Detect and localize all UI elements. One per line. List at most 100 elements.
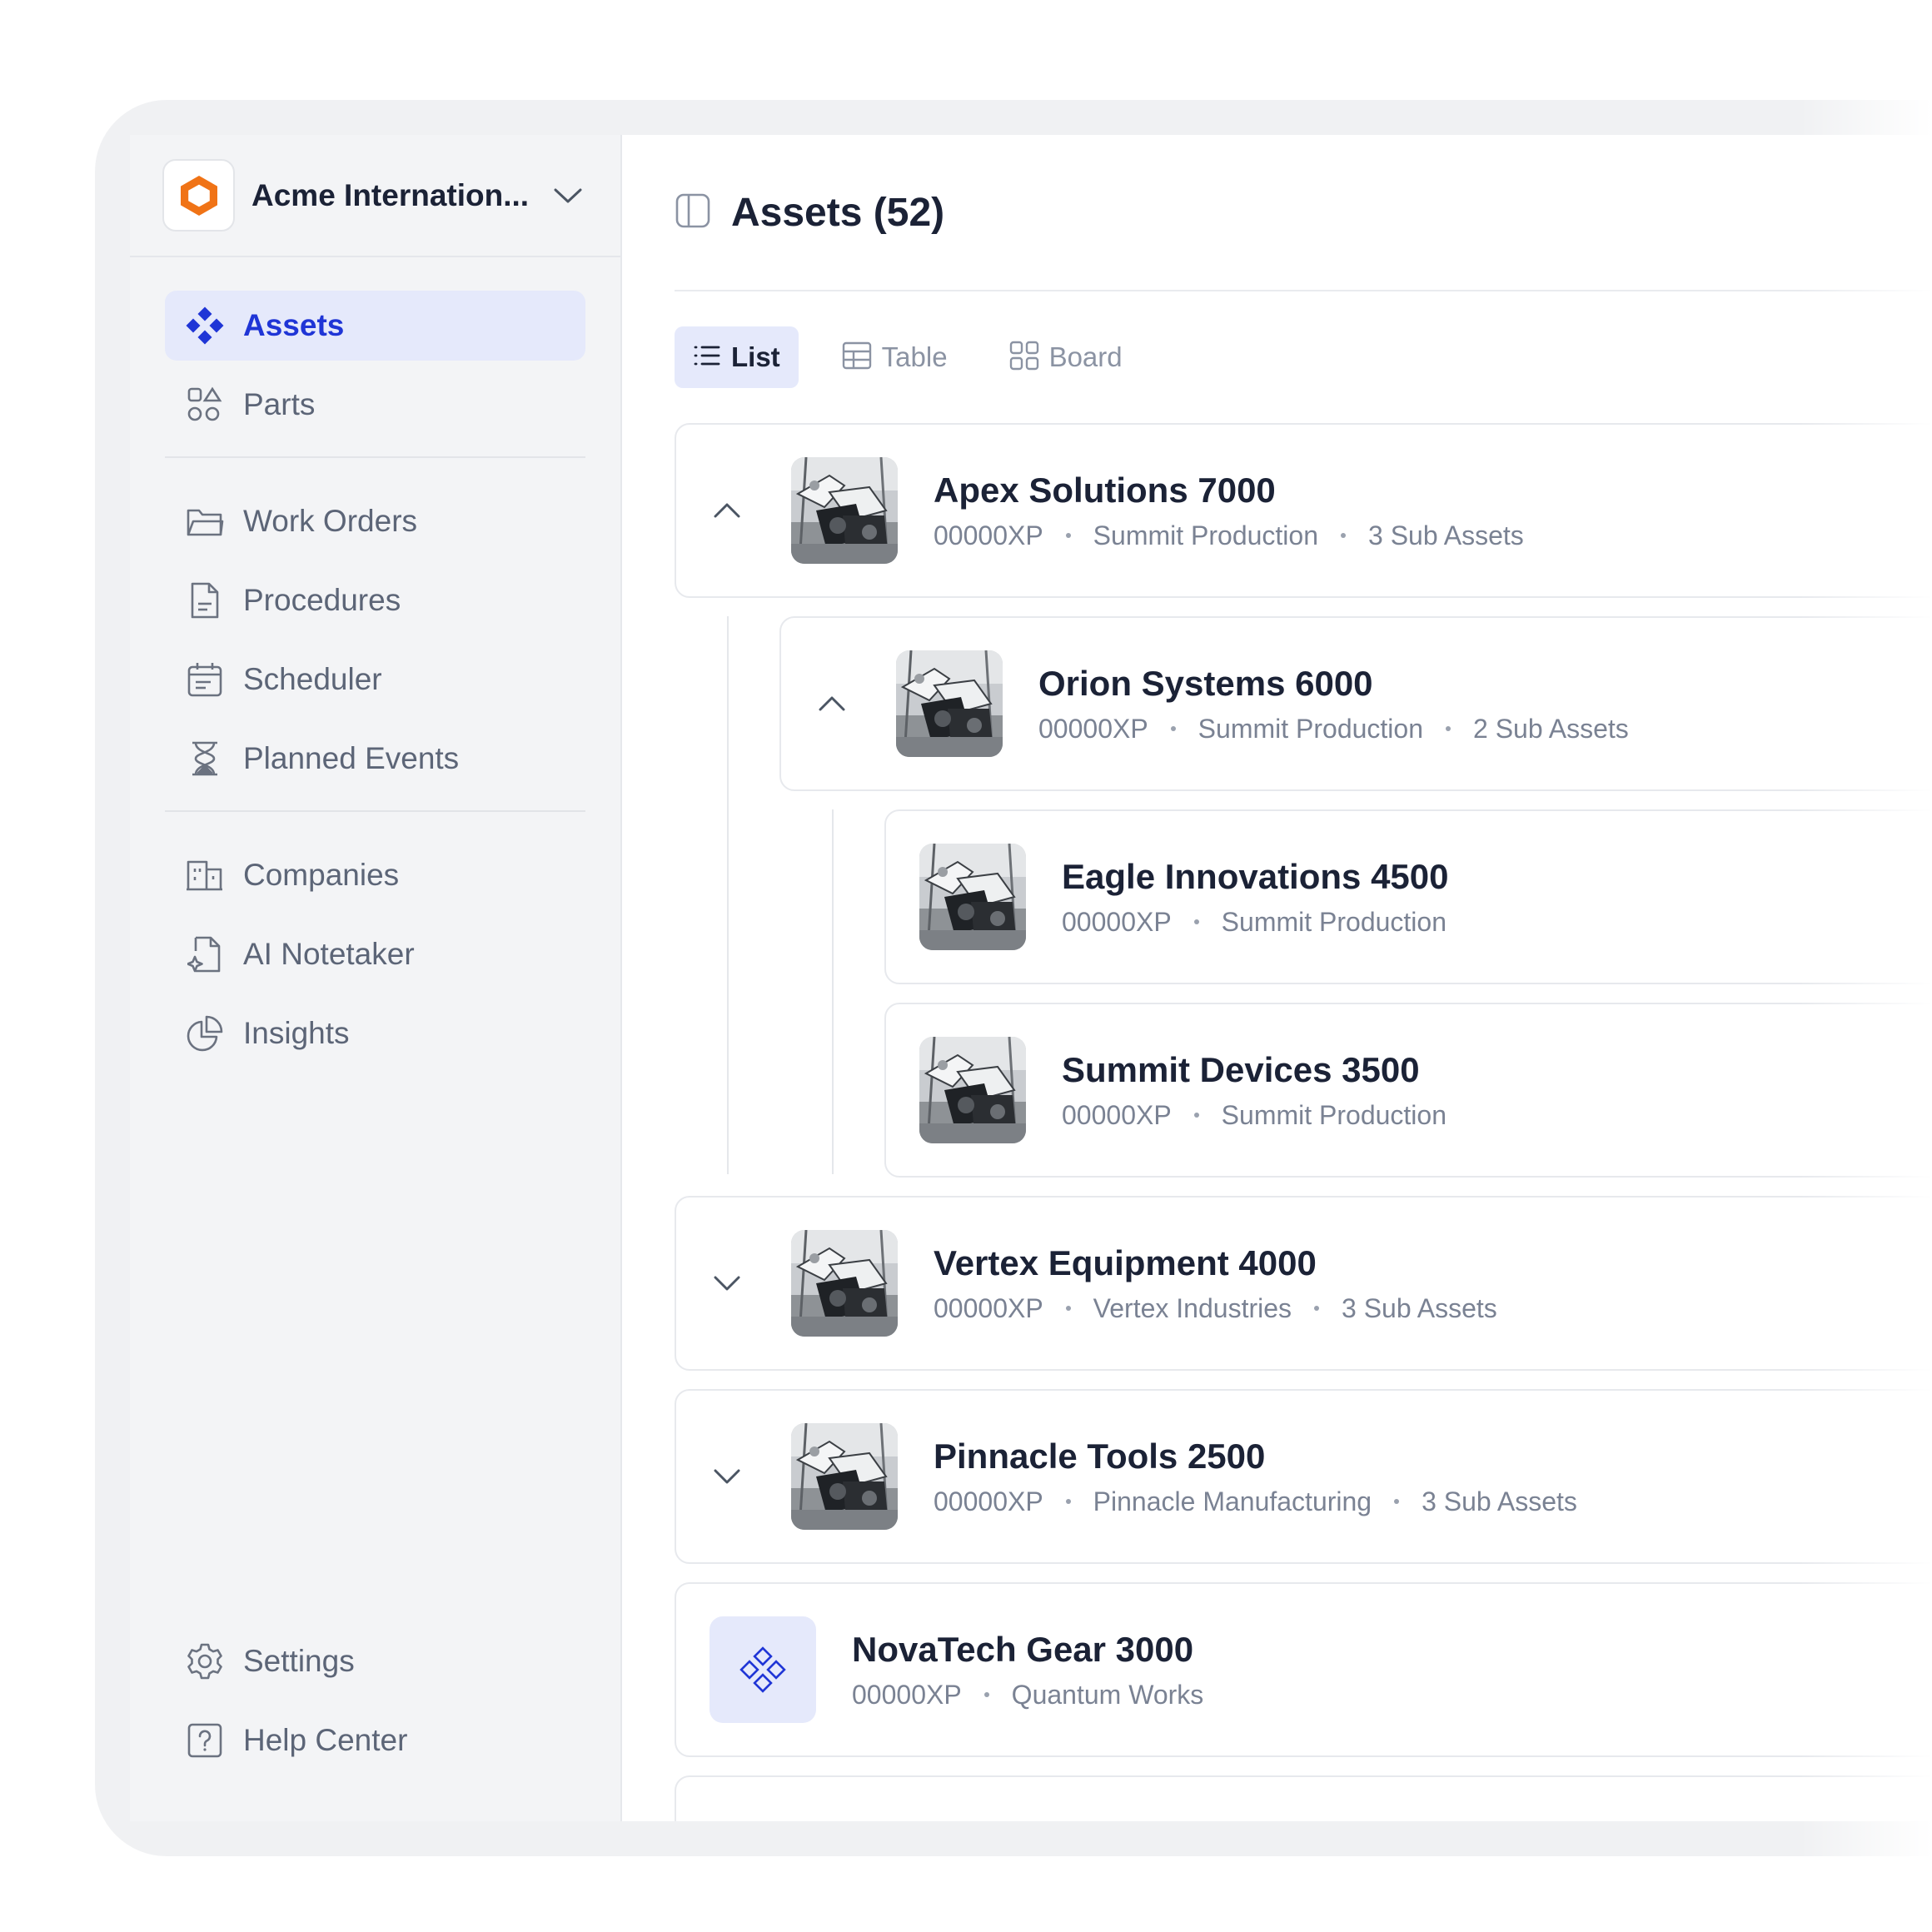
asset-thumbnail [791, 1423, 898, 1530]
assets-icon [185, 306, 225, 346]
asset-company: Summit Production [1221, 906, 1447, 937]
pie-chart-icon [185, 1013, 225, 1053]
nav-item-work-orders[interactable]: Work Orders [165, 486, 585, 556]
nav-item-procedures[interactable]: Procedures [165, 565, 585, 635]
asset-name: Orion Systems 6000 [1038, 663, 1373, 703]
chevron-up-icon[interactable] [818, 695, 846, 712]
nav-item-label: AI Notetaker [243, 937, 415, 971]
asset-card-summit-devices[interactable]: Summit Devices 3500 00000XP Summit Produc… [884, 1003, 1932, 1178]
asset-code: 00000XP [934, 1486, 1043, 1516]
asset-card-pinnacle-tools[interactable]: Pinnacle Tools 2500 00000XP Pinnacle Manu… [675, 1389, 1932, 1564]
app-window: Acme Internation... Assets Parts Work Or… [130, 135, 1932, 1821]
nav-item-label: Work Orders [243, 504, 418, 538]
nav-item-companies[interactable]: Companies [165, 840, 585, 910]
asset-meta: 00000XP Vertex Industries 3 Sub Assets [934, 1293, 1497, 1324]
board-icon [1009, 341, 1039, 375]
view-tab-board[interactable]: Board [991, 326, 1141, 388]
chevron-up-icon[interactable] [713, 502, 741, 519]
asset-thumbnail [919, 844, 1026, 950]
asset-name: Eagle Innovations 4500 [1062, 856, 1449, 896]
page-header: Assets (52) [675, 135, 1932, 291]
sidebar-toggle-icon[interactable] [675, 192, 711, 233]
asset-company: Pinnacle Manufacturing [1093, 1486, 1372, 1516]
asset-code: 00000XP [934, 520, 1043, 550]
document-icon [185, 580, 225, 620]
nav-item-label: Assets [243, 308, 345, 342]
calendar-icon [185, 660, 225, 700]
asset-code: 00000XP [1038, 713, 1148, 744]
asset-card-orion-systems[interactable]: Orion Systems 6000 00000XP Summit Product… [779, 616, 1932, 791]
nav-item-label: Planned Events [243, 741, 460, 775]
asset-meta: 00000XP Pinnacle Manufacturing 3 Sub Asset… [934, 1486, 1577, 1517]
nav-item-planned-events[interactable]: Planned Events [165, 724, 585, 794]
view-tab-label: List [731, 341, 780, 372]
asset-name: Summit Devices 3500 [1062, 1049, 1420, 1089]
nav-divider [165, 810, 585, 812]
asset-company: Summit Production [1093, 520, 1318, 550]
asset-name: NovaTech Gear 3000 [852, 1629, 1194, 1669]
asset-meta: 00000XP Summit Production [1062, 907, 1449, 938]
main-content: Assets (52) List Table Board Apex Soluti… [622, 135, 1932, 1821]
nav-item-label: Companies [243, 858, 400, 892]
asset-company: Summit Production [1221, 1099, 1447, 1130]
org-name: Acme Internation... [251, 177, 530, 212]
nav-item-assets[interactable]: Assets [165, 291, 585, 361]
asset-thumbnail [896, 650, 1003, 757]
asset-company: Summit Production [1198, 713, 1423, 744]
asset-company: Quantum Works [1011, 1679, 1204, 1710]
asset-card-partial[interactable] [675, 1775, 1932, 1821]
tree-connector [727, 616, 729, 1174]
main-nav: Assets Parts Work Orders Procedures Sche… [130, 257, 620, 1068]
nav-item-parts[interactable]: Parts [165, 370, 585, 440]
nav-item-help-center[interactable]: Help Center [165, 1705, 585, 1775]
asset-card-apex-solutions[interactable]: Apex Solutions 7000 00000XP Summit Produc… [675, 423, 1932, 598]
asset-code: 00000XP [1062, 906, 1172, 937]
asset-code: 00000XP [1062, 1099, 1172, 1130]
chevron-down-icon[interactable] [713, 1468, 741, 1485]
nav-item-settings[interactable]: Settings [165, 1626, 585, 1696]
asset-meta: 00000XP Summit Production 2 Sub Assets [1038, 714, 1629, 744]
sub-asset-count: 2 Sub Assets [1473, 713, 1629, 744]
sub-asset-count: 3 Sub Assets [1368, 520, 1524, 550]
gear-icon [185, 1641, 225, 1681]
view-tab-label: Board [1048, 341, 1123, 372]
sidebar: Acme Internation... Assets Parts Work Or… [130, 135, 622, 1821]
nav-item-label: Settings [243, 1644, 355, 1678]
building-icon [185, 855, 225, 895]
view-tab-label: Table [881, 341, 948, 372]
list-icon [693, 344, 721, 371]
nav-item-label: Parts [243, 387, 316, 421]
nav-item-label: Insights [243, 1016, 350, 1050]
asset-card-novatech-gear[interactable]: NovaTech Gear 3000 00000XP Quantum Works [675, 1582, 1932, 1757]
hourglass-icon [185, 739, 225, 779]
sidebar-footer: Settings Help Center [165, 1626, 585, 1785]
org-switcher[interactable]: Acme Internation... [130, 135, 620, 257]
chevron-down-icon[interactable] [554, 187, 582, 204]
nav-item-insights[interactable]: Insights [165, 998, 585, 1068]
nav-item-ai-notetaker[interactable]: AI Notetaker [165, 919, 585, 989]
nav-item-label: Help Center [243, 1723, 408, 1757]
view-tab-list[interactable]: List [675, 326, 799, 388]
asset-thumbnail [791, 457, 898, 564]
hexagon-logo-icon [180, 175, 217, 216]
view-switcher: List Table Board [675, 326, 1932, 388]
folder-icon [185, 501, 225, 541]
nav-item-label: Procedures [243, 583, 401, 617]
table-icon [842, 341, 872, 374]
asset-card-eagle-innovations[interactable]: Eagle Innovations 4500 00000XP Summit Pro… [884, 809, 1932, 984]
nav-divider [165, 456, 585, 458]
device-frame: Acme Internation... Assets Parts Work Or… [95, 100, 1932, 1856]
nav-item-label: Scheduler [243, 662, 382, 696]
tree-connector [832, 809, 834, 1174]
nav-item-scheduler[interactable]: Scheduler [165, 645, 585, 715]
chevron-down-icon[interactable] [713, 1275, 741, 1292]
asset-thumbnail [791, 1230, 898, 1337]
sub-asset-count: 3 Sub Assets [1422, 1486, 1577, 1516]
asset-name: Pinnacle Tools 2500 [934, 1436, 1266, 1476]
asset-meta: 00000XP Summit Production [1062, 1100, 1447, 1131]
parts-icon [185, 385, 225, 425]
asset-thumbnail [919, 1037, 1026, 1143]
asset-card-vertex-equipment[interactable]: Vertex Equipment 4000 00000XP Vertex Indu… [675, 1196, 1932, 1371]
view-tab-table[interactable]: Table [824, 326, 966, 388]
assets-outline-icon [739, 1646, 786, 1693]
